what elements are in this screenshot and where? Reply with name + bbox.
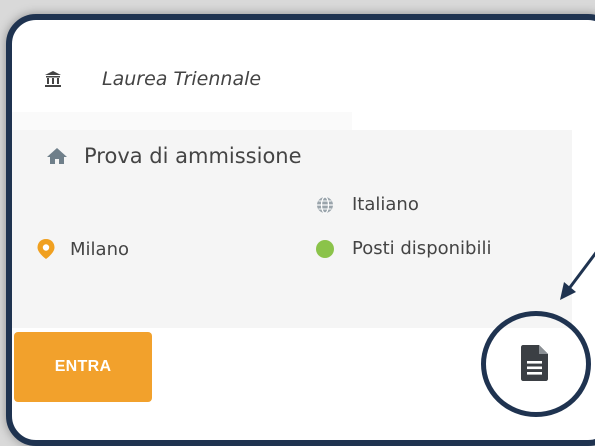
enter-button[interactable]: ENTRA (14, 332, 152, 402)
university-icon (45, 71, 61, 87)
exam-label: Prova di ammissione (84, 144, 302, 168)
city-row: Milano (36, 238, 129, 260)
availability-status-dot (316, 239, 334, 258)
degree-row: Laurea Triennale (44, 68, 261, 90)
course-card: Laurea Triennale Prova di ammissione Ita… (6, 14, 595, 446)
availability-label: Posti disponibili (352, 238, 492, 259)
language-row: Italiano (316, 194, 419, 215)
home-icon (47, 148, 67, 164)
city-label: Milano (70, 238, 129, 260)
exam-row: Prova di ammissione (46, 144, 302, 168)
language-label: Italiano (352, 194, 419, 215)
map-marker-icon (37, 239, 55, 259)
degree-label: Laurea Triennale (102, 68, 262, 90)
document-icon[interactable] (520, 344, 550, 382)
card-shade (12, 112, 352, 132)
globe-icon (317, 195, 333, 214)
availability-row: Posti disponibili (316, 238, 491, 259)
